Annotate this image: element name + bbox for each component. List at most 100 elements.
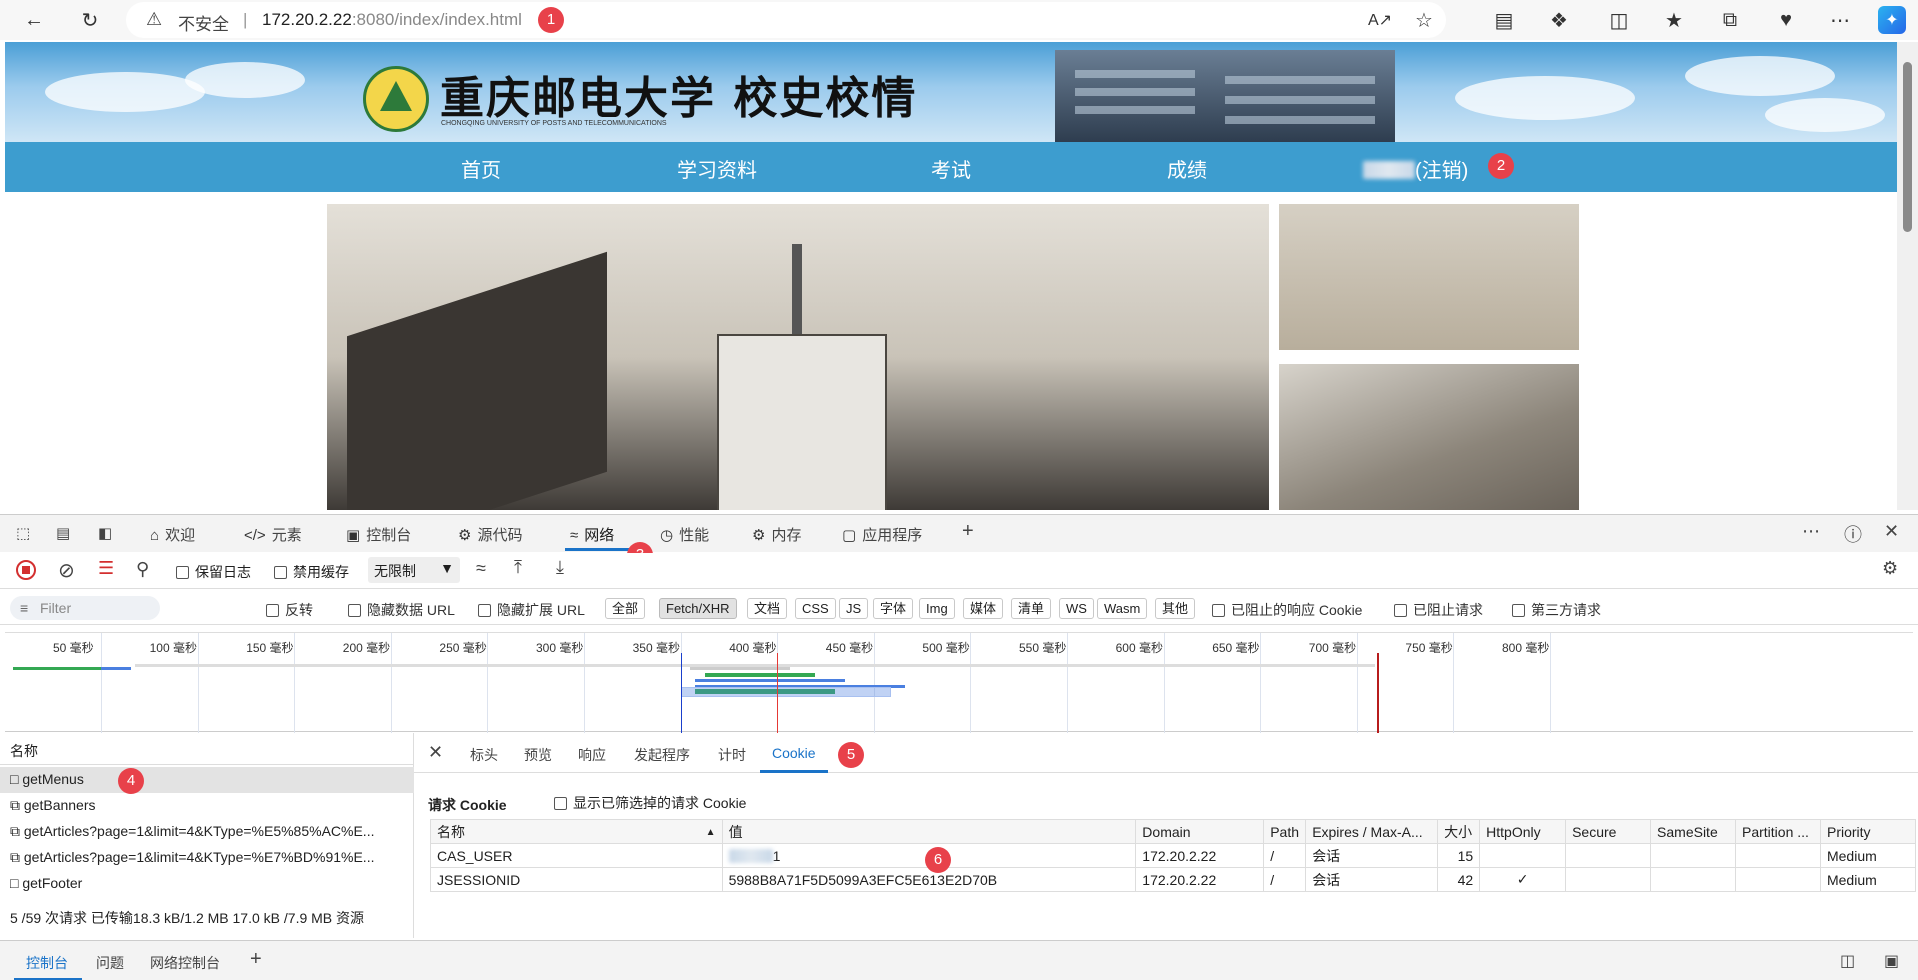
type-all[interactable]: 全部 [605,598,646,619]
address-bar[interactable]: ⚠ 不安全 | 172.20.2.22:8080/index/index.htm… [126,2,1446,38]
third-party-checkbox[interactable]: 第三方请求 [1512,600,1601,620]
split-screen-icon[interactable]: ◫ [1605,6,1633,34]
col-size[interactable]: 大小 [1437,819,1481,844]
cookie-row[interactable]: CAS_USER 1 172.20.2.22 / 会话 15 Medium [430,843,1917,868]
tab-welcome[interactable]: ⌂ 欢迎 [150,524,195,545]
record-icon[interactable] [16,560,36,580]
nav-exam[interactable]: 考试 [931,154,971,183]
export-har-icon[interactable]: ⤓ [556,557,564,578]
col-httponly[interactable]: HttpOnly [1479,819,1567,844]
type-media[interactable]: 媒体 [963,598,1004,619]
type-css[interactable]: CSS [795,598,836,619]
request-row[interactable]: ⧉ getArticles?page=1&limit=4&KType=%E5%8… [0,819,414,845]
help-icon[interactable]: ⓘ [1844,521,1862,547]
disable-cache-checkbox[interactable]: 禁用缓存 [274,562,349,582]
favorites-icon[interactable]: ★ [1660,6,1688,34]
import-har-icon[interactable]: ⤒ [514,557,522,578]
col-domain[interactable]: Domain [1135,819,1265,844]
type-js[interactable]: JS [839,598,869,619]
url-text[interactable]: 172.20.2.22:8080/index/index.html [262,10,522,30]
reload-icon[interactable]: ↻ [76,6,104,34]
invert-checkbox[interactable]: 反转 [266,600,313,620]
type-manifest[interactable]: 清单 [1011,598,1052,619]
nav-logout[interactable]: (注销) [1363,154,1468,183]
request-row[interactable]: ⧉ getBanners [0,793,414,819]
throttle-select[interactable]: 无限制 ▼ [368,557,460,583]
tab-elements[interactable]: </> 元素 [244,524,302,545]
show-filtered-cookies-checkbox[interactable]: 显示已筛选掉的请求 Cookie [554,793,746,813]
detail-tab-preview[interactable]: 预览 [524,745,552,765]
copilot-icon[interactable]: ✦ [1878,6,1906,34]
search-icon[interactable]: ⚲ [136,559,149,580]
drawer-tab-network-console[interactable]: 网络控制台 [150,953,220,973]
network-timeline[interactable]: 50 毫秒 100 毫秒 150 毫秒 200 毫秒 250 毫秒 300 毫秒 350 毫… [5,632,1913,733]
clear-icon[interactable]: ⊘ [58,558,75,583]
close-devtools-icon[interactable]: ✕ [1884,521,1899,542]
request-row[interactable]: □ getMenus [0,767,414,793]
add-drawer-tab-icon[interactable]: + [250,948,262,971]
extensions-icon[interactable]: ❖ [1545,6,1573,34]
tab-application[interactable]: ▢ 应用程序 [842,524,922,545]
blocked-requests-checkbox[interactable]: 已阻止请求 [1394,600,1483,620]
col-samesite[interactable]: SameSite [1650,819,1736,844]
tab-console[interactable]: ▣ 控制台 [346,524,411,545]
banner-photo-group[interactable] [1279,204,1579,350]
page-scrollbar-thumb[interactable] [1903,62,1912,232]
col-path[interactable]: Path [1263,819,1307,844]
nav-scores[interactable]: 成绩 [1167,154,1207,183]
detail-tab-response[interactable]: 响应 [578,745,606,765]
type-other[interactable]: 其他 [1155,598,1196,619]
tab-network[interactable]: ≈ 网络 [570,524,614,545]
detail-tab-timing[interactable]: 计时 [718,745,746,765]
cookie-row[interactable]: JSESSIONID 5988B8A71F5D5099A3EFC5E613E2D… [430,867,1917,892]
filter-icon[interactable]: ☰ [98,558,114,579]
nav-study-materials[interactable]: 学习资料 [677,154,757,183]
hide-ext-url-checkbox[interactable]: 隐藏扩展 URL [478,600,585,620]
settings-gear-icon[interactable]: ⚙ [1882,558,1898,579]
browser-essentials-icon[interactable]: ♥ [1772,6,1800,34]
tab-memory[interactable]: ⚙ 内存 [752,524,801,545]
back-icon[interactable]: ← [20,6,48,34]
drawer-tab-issues[interactable]: 问题 [96,953,124,973]
inspect-icon[interactable]: ⬚ [16,524,30,542]
favorite-star-icon[interactable]: ☆ [1410,6,1438,34]
type-ws[interactable]: WS [1059,598,1094,619]
col-name[interactable]: 名称 ▲ [430,819,723,844]
col-priority[interactable]: Priority [1819,819,1917,844]
network-conditions-icon[interactable]: ≈ [476,558,486,579]
request-row[interactable]: ⧉ getArticles?page=1&limit=4&KType=%E7%B… [0,845,414,871]
nav-home[interactable]: 首页 [461,154,501,183]
col-secure[interactable]: Secure [1565,819,1652,844]
col-expires[interactable]: Expires / Max-A... [1305,819,1439,844]
type-wasm[interactable]: Wasm [1097,598,1148,619]
add-tab-icon[interactable]: + [962,520,974,543]
type-doc[interactable]: 文档 [747,598,788,619]
more-menu-icon[interactable]: ⋯ [1826,6,1854,34]
hide-data-url-checkbox[interactable]: 隐藏数据 URL [348,600,455,620]
type-img[interactable]: Img [919,598,955,619]
close-drawer-icon[interactable]: ▣ [1884,951,1899,971]
banner-photo-main[interactable] [327,204,1269,510]
col-value[interactable]: 值 [721,819,1137,844]
drawer-tab-console[interactable]: 控制台 [26,953,68,973]
col-partition[interactable]: Partition ... [1735,819,1821,844]
devtools-more-icon[interactable]: ⋯ [1802,521,1820,542]
detail-tab-headers[interactable]: 标头 [470,745,498,765]
detail-tab-initiator[interactable]: 发起程序 [634,745,690,765]
security-label[interactable]: 不安全 [178,10,229,35]
filter-input[interactable]: ≡ Filter [10,596,160,620]
tab-performance[interactable]: ◷ 性能 [660,524,709,545]
device-emulation-icon[interactable]: ▤ [56,524,70,542]
type-font[interactable]: 字体 [873,598,914,619]
close-detail-icon[interactable]: ✕ [428,742,443,763]
blocked-cookies-checkbox[interactable]: 已阻止的响应 Cookie [1212,600,1362,620]
tab-sources[interactable]: ⚙ 源代码 [458,524,522,545]
dock-drawer-icon[interactable]: ◫ [1840,951,1855,971]
page-icon[interactable]: ▤ [1490,6,1518,34]
detail-tab-cookie[interactable]: Cookie [772,745,816,761]
type-fetch-xhr[interactable]: Fetch/XHR [659,598,737,619]
request-list-header[interactable]: 名称 [0,733,414,765]
banner-photo-workers[interactable] [1279,364,1579,510]
request-row[interactable]: □ getFooter [0,871,414,897]
collections-icon[interactable]: ⧉ [1716,6,1744,34]
